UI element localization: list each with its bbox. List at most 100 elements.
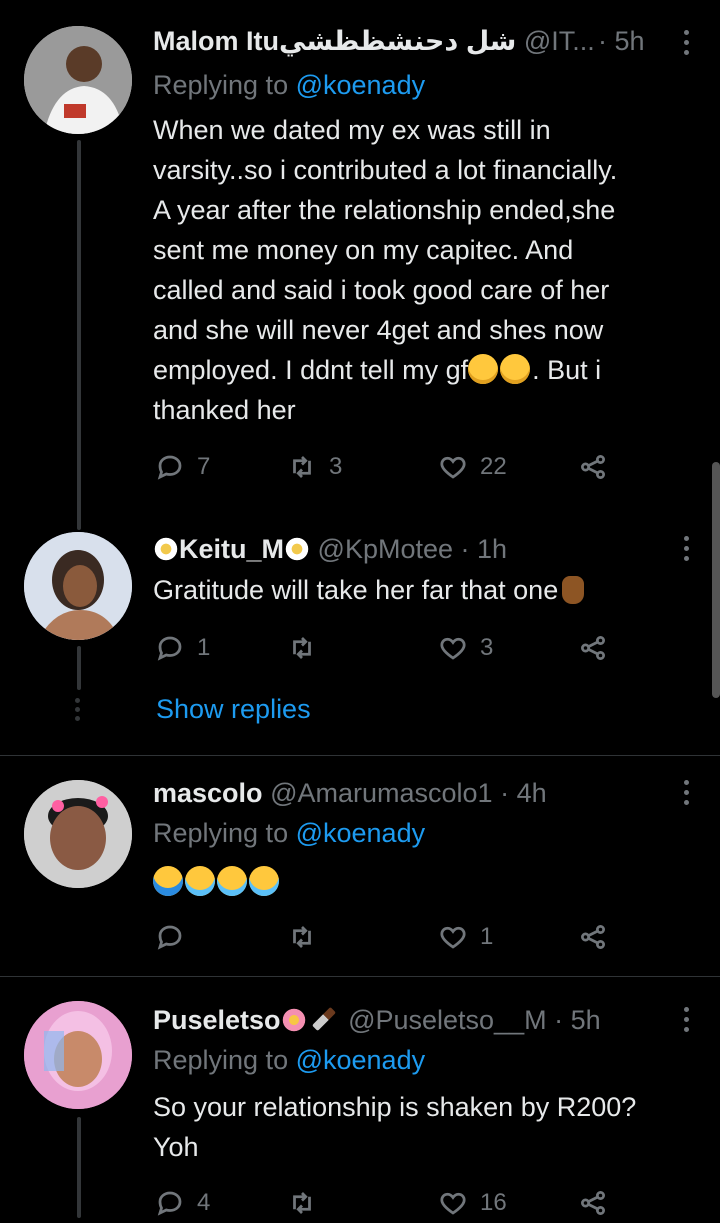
tweet-time[interactable]: · 1h	[461, 534, 508, 564]
share-button[interactable]	[578, 628, 608, 668]
tweet-text	[153, 862, 690, 902]
reply-icon	[157, 925, 182, 950]
share-icon	[581, 455, 605, 479]
tweet-text-line: A year after the relationship ended,she	[153, 195, 616, 225]
like-button[interactable]: 22	[438, 447, 507, 487]
avatar-image	[24, 780, 132, 888]
tweet-actions: 7 3 22	[153, 447, 623, 487]
tweet-time[interactable]: · 5h	[554, 1005, 601, 1035]
avatar[interactable]	[24, 780, 132, 888]
more-vertical-icon[interactable]	[684, 780, 690, 810]
tweet-actions: 1	[153, 917, 623, 957]
replying-to: Replying to @koenady	[153, 1045, 425, 1076]
avatar[interactable]	[24, 1001, 132, 1109]
share-icon	[581, 636, 605, 660]
reply-button[interactable]: 4	[155, 1183, 210, 1223]
rofl-emoji-icon	[500, 354, 531, 384]
more-vertical-icon[interactable]	[684, 1007, 690, 1037]
tweet-keitu-m[interactable]: Keitu_M @KpMotee · 1h Gratitude will tak…	[0, 500, 720, 755]
tweet-time[interactable]: · 4h	[500, 778, 547, 808]
more-vertical-icon[interactable]	[684, 536, 690, 566]
share-icon	[581, 925, 605, 949]
like-count: 22	[480, 453, 507, 480]
replying-prefix: Replying to	[153, 70, 296, 100]
tweet-text-line: So your relationship is shaken by R200?	[153, 1092, 637, 1122]
retweet-button[interactable]: 3	[287, 447, 342, 487]
tweet-text-line: employed. I ddnt tell my gf . But i	[153, 350, 690, 390]
display-name[interactable]: Keitu_M	[179, 534, 284, 564]
display-name[interactable]: mascolo	[153, 778, 263, 808]
retweet-count: 3	[329, 453, 343, 480]
thread-line	[77, 500, 81, 530]
avatar-image	[24, 26, 132, 134]
avatar-image	[24, 1001, 132, 1109]
tweet-mascolo[interactable]: mascolo @Amarumascolo1 · 4h Replying to …	[0, 756, 720, 976]
tweet-text: When we dated my ex was still in varsity…	[153, 110, 690, 430]
cherry-blossom-emoji-icon	[280, 1007, 307, 1033]
reply-button[interactable]: 7	[155, 447, 210, 487]
avatar[interactable]	[24, 532, 132, 640]
scrollbar[interactable]	[712, 462, 720, 698]
reply-icon	[157, 636, 182, 661]
user-handle[interactable]: @IT...	[524, 26, 595, 56]
like-button[interactable]: 16	[438, 1183, 507, 1223]
tweet-text-line: called and said i took good care of her	[153, 275, 610, 305]
fingers-crossed-emoji-icon	[562, 576, 585, 604]
thread-line	[77, 140, 81, 520]
retweet-icon	[293, 926, 311, 948]
display-name[interactable]: Malom Ituشل دحنشظظشي	[153, 26, 516, 56]
user-handle[interactable]: @Amarumascolo1	[270, 778, 493, 808]
replying-to: Replying to @koenady	[153, 818, 425, 849]
like-count: 3	[480, 634, 494, 661]
replying-prefix: Replying to	[153, 818, 296, 848]
thread-continuation-dots	[75, 698, 80, 725]
display-name[interactable]: Puseletso	[153, 1005, 281, 1035]
like-count: 1	[480, 923, 494, 950]
heart-icon	[440, 926, 466, 949]
thread-line	[77, 1117, 81, 1218]
avatar[interactable]	[24, 26, 132, 134]
avatar-image	[24, 532, 132, 640]
tweet-text-line: thanked her	[153, 395, 296, 425]
share-button[interactable]	[578, 1183, 608, 1223]
share-icon	[581, 1191, 605, 1215]
crying-emoji-icon	[153, 866, 183, 896]
flower-emoji-icon	[284, 536, 311, 562]
reply-count: 4	[197, 1189, 211, 1216]
retweet-button[interactable]	[287, 628, 329, 668]
joy-emoji-icon	[185, 866, 215, 896]
joy-emoji-icon	[217, 866, 247, 896]
like-button[interactable]: 3	[438, 628, 493, 668]
retweet-button[interactable]	[287, 1183, 329, 1223]
knife-emoji-icon	[311, 1006, 336, 1032]
tweet-time[interactable]: · 5h	[598, 26, 645, 57]
reply-count: 1	[197, 634, 211, 661]
replying-prefix: Replying to	[153, 1045, 296, 1075]
share-button[interactable]	[578, 447, 608, 487]
tweet-text-line-start: employed. I ddnt tell my gf	[153, 355, 469, 385]
more-vertical-icon[interactable]	[684, 30, 690, 60]
tweet-malom-itu[interactable]: Malom Ituشل دحنشظظشي @IT... · 5h Replyin…	[0, 0, 720, 520]
tweet-puseletso[interactable]: Puseletso @Puseletso__M · 5h Replying to…	[0, 977, 720, 1218]
user-handle[interactable]: @KpMotee	[318, 534, 453, 564]
heart-icon	[440, 637, 466, 660]
replying-to-link[interactable]: @koenady	[296, 818, 426, 848]
flower-emoji-icon	[153, 536, 179, 562]
retweet-icon	[293, 456, 311, 478]
user-handle[interactable]: @Puseletso__M	[348, 1005, 547, 1035]
reply-button[interactable]: 1	[155, 628, 210, 668]
show-replies-link[interactable]: Show replies	[156, 694, 311, 725]
retweet-icon	[293, 1192, 311, 1214]
replying-to-link[interactable]: @koenady	[296, 70, 426, 100]
heart-icon	[440, 1192, 466, 1215]
tweet-header: mascolo @Amarumascolo1 · 4h	[153, 778, 660, 809]
rofl-emoji-icon	[468, 354, 499, 384]
retweet-icon	[293, 637, 311, 659]
retweet-button[interactable]	[287, 917, 329, 957]
share-button[interactable]	[578, 917, 608, 957]
reply-button[interactable]	[155, 917, 197, 957]
like-button[interactable]: 1	[438, 917, 493, 957]
replying-to-link[interactable]: @koenady	[296, 1045, 426, 1075]
tweet-header: Malom Ituشل دحنشظظشي @IT...	[153, 26, 660, 57]
tweet-text: Gratitude will take her far that one	[153, 570, 690, 610]
